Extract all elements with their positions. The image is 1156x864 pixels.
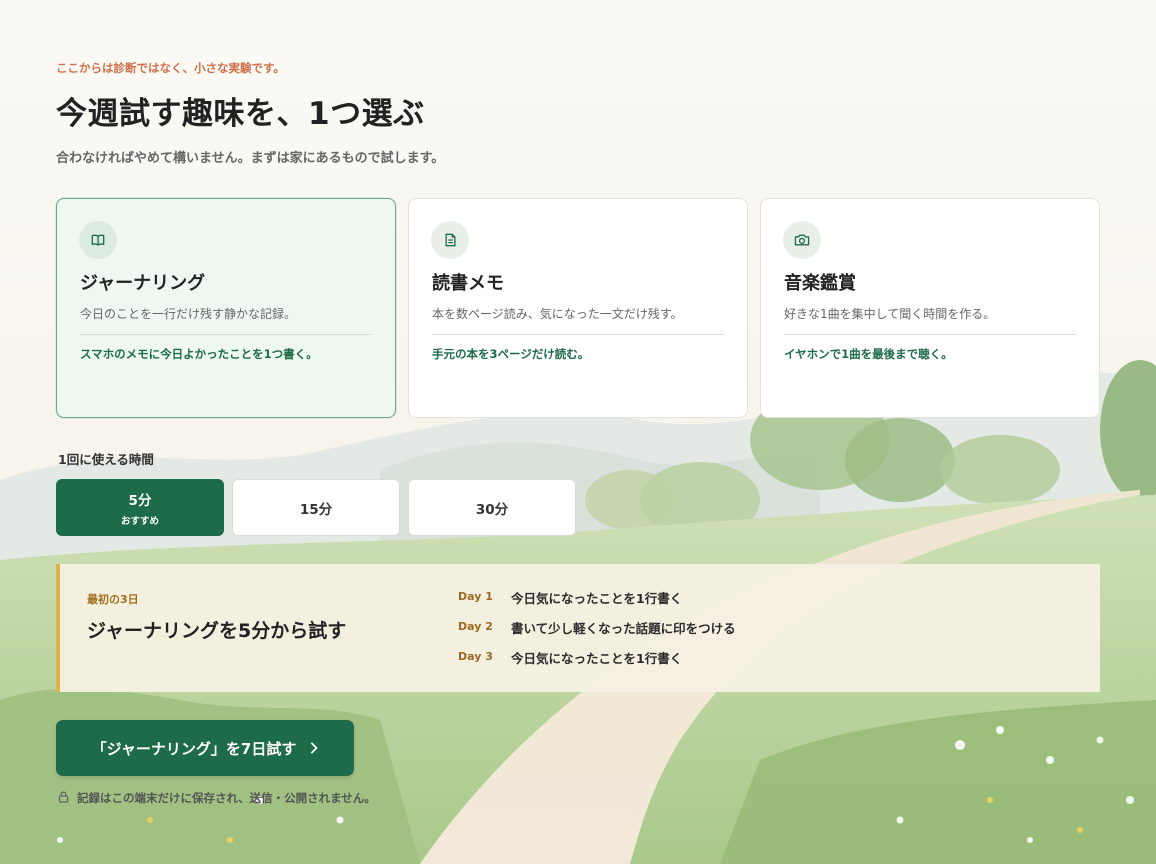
- hobby-card-title: ジャーナリング: [80, 273, 206, 294]
- time-label: 1回に使える時間: [58, 452, 154, 467]
- recommended-badge: おすすめ: [120, 515, 159, 527]
- hobby-card-journaling[interactable]: ジャーナリング 今日のことを一行だけ残す静かな記録。 スマホのメモに今日よかった…: [56, 198, 396, 418]
- day-label: Day 2: [458, 620, 493, 633]
- time-option-label: 30分: [475, 501, 509, 518]
- time-option-label: 15分: [299, 501, 333, 518]
- card-divider: [784, 334, 1076, 335]
- privacy-note: 記録はこの端末だけに保存され、送信・公開されません。: [58, 790, 376, 806]
- plan-eyebrow: 最初の3日: [87, 593, 139, 606]
- time-option-5min[interactable]: 5分 おすすめ: [56, 479, 224, 536]
- camera-icon: [783, 221, 821, 259]
- hobby-card-description: 好きな1曲を集中して聞く時間を作る。: [784, 307, 996, 321]
- start-trial-label: 「ジャーナリング」を7日試す: [91, 739, 297, 758]
- privacy-note-text: 記録はこの端末だけに保存され、送信・公開されません。: [77, 791, 376, 805]
- document-icon: [431, 221, 469, 259]
- first-three-days-plan: 最初の3日 ジャーナリングを5分から試す Day 1 今日気になったことを1行書…: [56, 564, 1100, 692]
- plan-title: ジャーナリングを5分から試す: [87, 620, 347, 642]
- lock-icon: [58, 791, 69, 806]
- hobby-card-description: 本を数ページ読み、気になった一文だけ残す。: [432, 307, 683, 321]
- book-icon: [79, 221, 117, 259]
- page-eyebrow: ここからは診断ではなく、小さな実験です。: [56, 61, 285, 75]
- start-trial-button[interactable]: 「ジャーナリング」を7日試す: [56, 720, 354, 776]
- page-subtitle: 合わなければやめて構いません。まずは家にあるもので試します。: [56, 151, 445, 166]
- hobby-card-music[interactable]: 音楽鑑賞 好きな1曲を集中して聞く時間を作る。 イヤホンで1曲を最後まで聴く。: [760, 198, 1100, 418]
- time-option-30min[interactable]: 30分: [408, 479, 576, 536]
- hobby-card-reading-notes[interactable]: 読書メモ 本を数ページ読み、気になった一文だけ残す。 手元の本を3ページだけ読む…: [408, 198, 748, 418]
- day-text: 書いて少し軽くなった話題に印をつける: [511, 621, 736, 636]
- chevron-right-icon: [310, 742, 318, 754]
- time-option-label: 5分: [128, 492, 152, 509]
- day-label: Day 3: [458, 650, 493, 663]
- day-text: 今日気になったことを1行書く: [511, 591, 683, 606]
- page-title: 今週試す趣味を、1つ選ぶ: [56, 96, 425, 132]
- card-divider: [80, 334, 372, 335]
- hobby-card-action: スマホのメモに今日よかったことを1つ書く。: [80, 347, 318, 361]
- hobby-card-title: 音楽鑑賞: [784, 273, 856, 294]
- hobby-card-description: 今日のことを一行だけ残す静かな記録。: [80, 307, 297, 321]
- hobby-card-action: 手元の本を3ページだけ読む。: [432, 347, 590, 361]
- hobby-card-title: 読書メモ: [432, 273, 504, 294]
- hobby-card-action: イヤホンで1曲を最後まで聴く。: [784, 347, 953, 361]
- day-label: Day 1: [458, 590, 493, 603]
- card-divider: [432, 334, 724, 335]
- day-text: 今日気になったことを1行書く: [511, 651, 683, 666]
- time-option-15min[interactable]: 15分: [232, 479, 400, 536]
